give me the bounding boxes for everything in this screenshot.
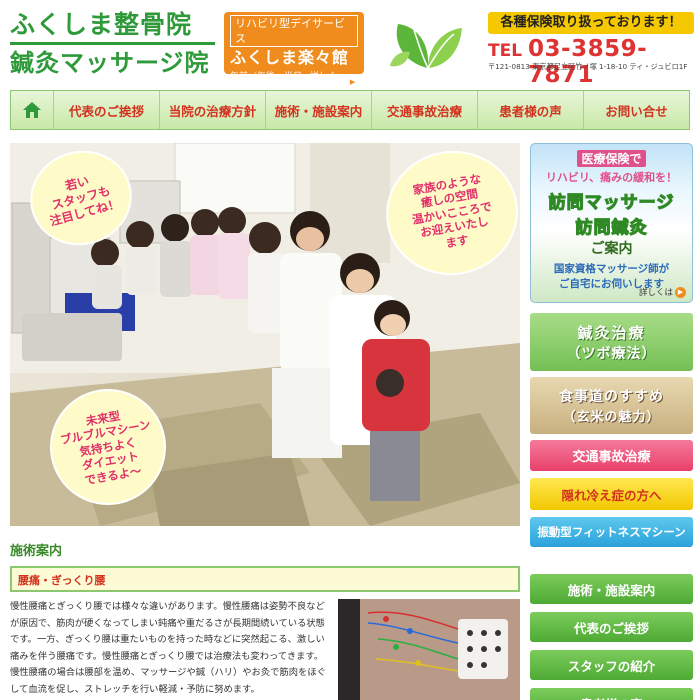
hidden-chill-button[interactable]: 隠れ冷え症の方へ — [530, 478, 693, 510]
back-pain-text: 慢性腰痛とぎっくり腰では様々な違いがあります。慢性腰痛は姿勢不良などが原因で、筋… — [10, 601, 326, 695]
diet-banner[interactable]: 食事道のすすめ （玄米の魅力） — [530, 377, 693, 434]
leaf-icon — [390, 24, 462, 69]
sidebar-link-facility[interactable]: 施術・施設案内 — [530, 574, 693, 604]
tel-label: TEL — [488, 41, 523, 61]
nav-item-greeting[interactable]: 代表のご挨拶 — [53, 91, 159, 129]
insurance-banner: 各種保険取り扱っております！ — [488, 12, 694, 34]
arrow-right-icon: ▶ — [675, 286, 686, 298]
dayservice-tagline: リハビリ型デイサービス — [230, 15, 358, 47]
site-logo[interactable]: ふくしま整骨院 鍼灸マッサージ院 — [10, 8, 215, 79]
traffic-accident-button[interactable]: 交通事故治療 — [530, 440, 693, 471]
acupuncture-subtitle: （ツボ療法） — [566, 345, 657, 362]
diet-title: 食事道のすすめ — [559, 389, 664, 405]
sidebar-link-staff[interactable]: スタッフの紹介 — [530, 650, 693, 680]
nav-item-contact[interactable]: お問い合せ — [583, 91, 689, 129]
acupuncture-banner[interactable]: 鍼灸治療 （ツボ療法） — [530, 313, 693, 371]
visit-title-acupuncture: 訪問鍼灸 — [575, 217, 648, 238]
arrow-right-icon: ▶ — [347, 76, 358, 88]
acupuncture-photo — [338, 599, 520, 700]
hero-photo: 若い スタッフも 注目してね！ 家族のような 癒しの空間 温かいこころで お迎え… — [10, 143, 520, 526]
sidebar-link-greeting[interactable]: 代表のご挨拶 — [530, 612, 693, 642]
visit-line1: 医療保険で — [577, 150, 646, 167]
nav-item-policy[interactable]: 当院の治療方針 — [159, 91, 265, 129]
clinic-address: 〒121-0813 東京都足立区竹ノ塚 1-18-10 ティ・ジュビロ1F — [488, 62, 688, 71]
acupuncture-title: 鍼灸治療 — [577, 323, 646, 342]
dayservice-name: ふくしま楽々館 — [230, 48, 350, 67]
nav-item-facility[interactable]: 施術・施設案内 — [265, 91, 371, 129]
acupuncture-image — [338, 599, 520, 700]
logo-line1: ふくしま整骨院 — [10, 10, 193, 39]
visit-line2: リハビリ、痛みの緩和を！ — [545, 171, 678, 184]
diet-subtitle: （玄米の魅力） — [562, 410, 661, 425]
nav-item-traffic[interactable]: 交通事故治療 — [371, 91, 477, 129]
logo-line2: 鍼灸マッサージ院 — [10, 42, 215, 79]
visit-line3: 国家資格マッサージ師が — [553, 263, 670, 275]
dayservice-banner[interactable]: リハビリ型デイサービス ふくしま楽々館 午前／午後 半日制 詳しくは ▶ — [224, 12, 364, 95]
sub-heading-back-pain: 腰痛・ぎっくり腰 — [10, 566, 520, 592]
main-nav: 代表のご挨拶 当院の治療方針 施術・施設案内 交通事故治療 患者様の声 お問い合… — [10, 90, 690, 130]
visit-title-massage: 訪問マッサージ — [548, 192, 675, 213]
section-title: 施術案内 — [10, 544, 63, 559]
sidebar-link-voices[interactable]: 患者様の声 — [530, 688, 693, 700]
home-icon — [23, 102, 41, 118]
nav-home[interactable] — [11, 91, 53, 129]
visit-detail-label: 詳しくは — [638, 288, 673, 298]
home-visit-banner[interactable]: 医療保険で リハビリ、痛みの緩和を！ 訪問マッサージ 訪問鍼灸 ご案内 国家資格… — [530, 143, 693, 303]
nav-item-voices[interactable]: 患者様の声 — [477, 91, 583, 129]
vibration-machine-button[interactable]: 振動型フィットネスマシーン — [530, 517, 693, 547]
visit-title-guide: ご案内 — [590, 241, 633, 257]
